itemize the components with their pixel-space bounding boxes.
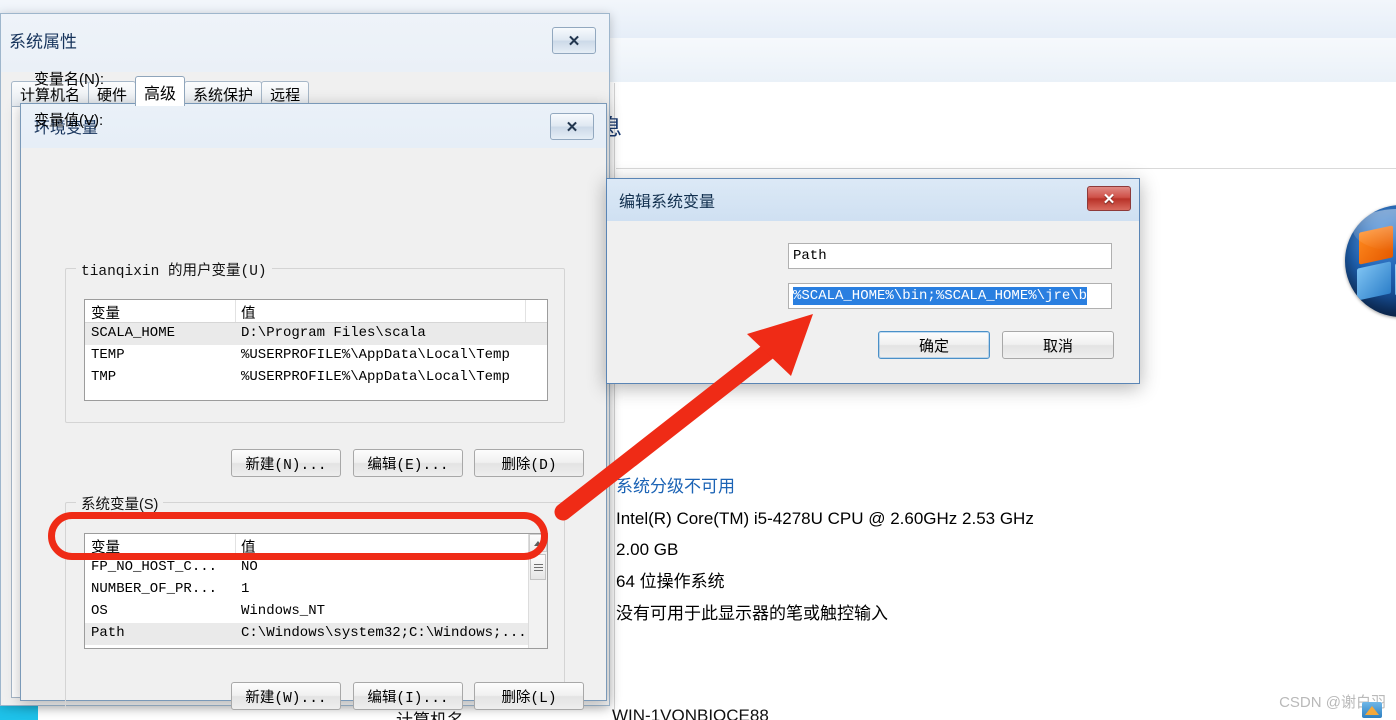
column-header-variable: 变量: [91, 306, 120, 322]
variable-value: D:\Program Files\scala: [241, 325, 426, 341]
system-rating[interactable]: 系统分级不可用: [616, 477, 1316, 497]
variable-name: PATHEXT: [91, 647, 150, 648]
system-properties-title: 系统属性: [9, 32, 77, 52]
environment-variables-dialog: 环境变量 ✕ tianqixin 的用户变量(U) 变量 值 SCALA_HOM…: [20, 103, 607, 710]
processor-value: Intel(R) Core(TM) i5-4278U CPU @ 2.60GHz…: [616, 508, 1034, 528]
user-delete-button[interactable]: 删除(D): [474, 449, 584, 477]
variable-name-input[interactable]: Path: [788, 243, 1112, 269]
table-row[interactable]: NUMBER_OF_PR... 1: [85, 579, 547, 601]
variable-name: Path: [91, 625, 125, 641]
table-row[interactable]: SCALA_HOME D:\Program Files\scala: [85, 323, 547, 345]
column-header-value: 值: [241, 540, 256, 556]
system-variables-scrollbar[interactable]: [528, 534, 547, 648]
variable-name: FP_NO_HOST_C...: [91, 559, 218, 575]
variable-name: NUMBER_OF_PR...: [91, 581, 218, 597]
variable-value: 1: [241, 581, 250, 597]
variable-value: %USERPROFILE%\AppData\Local\Temp: [241, 369, 510, 385]
variable-value-label: 变量值(V):: [34, 112, 104, 129]
user-variables-group: tianqixin 的用户变量(U) 变量 值 SCALA_HOME D:\Pr…: [65, 259, 565, 423]
system-new-button[interactable]: 新建(W)...: [231, 682, 341, 710]
variable-value: .COM;.EXE;.BAT;.CMD;.VBS;.VBE: [241, 647, 485, 648]
scroll-up-icon[interactable]: [529, 534, 547, 552]
variable-value-input[interactable]: %SCALA_HOME%\bin;%SCALA_HOME%\jre\b: [788, 283, 1112, 309]
computer-name-value: WIN-1VONBIOCE88: [612, 706, 769, 720]
system-variables-group: 系统变量(S) 变量 值 FP_NO_HOST_C... NO NUMBER_O…: [65, 493, 565, 709]
variable-name-input-text: Path: [793, 248, 827, 264]
edit-variable-title: 编辑系统变量: [619, 194, 716, 211]
user-new-button[interactable]: 新建(N)...: [231, 449, 341, 477]
system-edit-button[interactable]: 编辑(I)...: [353, 682, 463, 710]
table-row[interactable]: PATHEXT .COM;.EXE;.BAT;.CMD;.VBS;.VBE: [85, 645, 547, 648]
column-header-value: 值: [241, 306, 256, 322]
variable-value: NO: [241, 559, 258, 575]
scrollbar-thumb[interactable]: [530, 554, 546, 580]
variable-value: %USERPROFILE%\AppData\Local\Temp: [241, 347, 510, 363]
variable-value-input-text: %SCALA_HOME%\bin;%SCALA_HOME%\jre\b: [793, 287, 1088, 305]
screen: ↻ 搜索控制 息 系统分级不可用 Intel(R) Core(TM) i5-42…: [0, 0, 1396, 720]
system-type-value: 64 位操作系统: [616, 572, 725, 592]
user-variables-header: 变量 值: [85, 300, 547, 323]
table-row[interactable]: TEMP %USERPROFILE%\AppData\Local\Temp: [85, 345, 547, 367]
table-row[interactable]: Path C:\Windows\system32;C:\Windows;...: [85, 623, 547, 645]
memory-value: 2.00 GB: [616, 540, 679, 560]
close-icon[interactable]: ✕: [550, 113, 594, 140]
system-properties-titlebar[interactable]: 系统属性 ✕: [1, 14, 609, 66]
variable-name: TMP: [91, 369, 117, 385]
edit-variable-titlebar[interactable]: 编辑系统变量 ✕: [607, 179, 1139, 221]
edit-cancel-button[interactable]: 取消: [1002, 331, 1114, 359]
system-variables-group-title: 系统变量(S): [76, 493, 164, 514]
table-row[interactable]: TMP %USERPROFILE%\AppData\Local\Temp: [85, 367, 547, 389]
table-row[interactable]: FP_NO_HOST_C... NO: [85, 557, 547, 579]
variable-name-label: 变量名(N):: [34, 71, 104, 88]
user-variables-group-title: tianqixin 的用户变量(U): [76, 259, 272, 280]
heading-divider: [616, 168, 1396, 169]
variable-name: OS: [91, 603, 108, 619]
watermark: CSDN @谢白羽: [1279, 691, 1386, 718]
table-row[interactable]: OS Windows_NT: [85, 601, 547, 623]
pen-touch-value: 没有可用于此显示器的笔或触控输入: [616, 603, 888, 623]
variable-value: Windows_NT: [241, 603, 326, 619]
column-header-variable: 变量: [91, 540, 120, 556]
tab-advanced[interactable]: 高级: [135, 76, 186, 106]
variable-name: TEMP: [91, 347, 125, 363]
system-variables-list[interactable]: 变量 值 FP_NO_HOST_C... NO NUMBER_OF_PR... …: [84, 533, 548, 649]
system-variables-header: 变量 值: [85, 534, 547, 557]
variable-name: SCALA_HOME: [91, 325, 176, 341]
close-icon[interactable]: ✕: [552, 27, 596, 54]
close-icon[interactable]: ✕: [1087, 186, 1131, 211]
variable-value: C:\Windows\system32;C:\Windows;...: [241, 625, 527, 641]
system-info-list: 系统分级不可用 Intel(R) Core(TM) i5-4278U CPU @…: [616, 477, 1316, 636]
user-edit-button[interactable]: 编辑(E)...: [353, 449, 463, 477]
environment-variables-titlebar[interactable]: 环境变量 ✕: [21, 104, 606, 148]
user-variables-list[interactable]: 变量 值 SCALA_HOME D:\Program Files\scala T…: [84, 299, 548, 401]
watermark-badge-icon: [1362, 702, 1382, 718]
edit-ok-button[interactable]: 确定: [878, 331, 990, 359]
system-delete-button[interactable]: 删除(L): [474, 682, 584, 710]
